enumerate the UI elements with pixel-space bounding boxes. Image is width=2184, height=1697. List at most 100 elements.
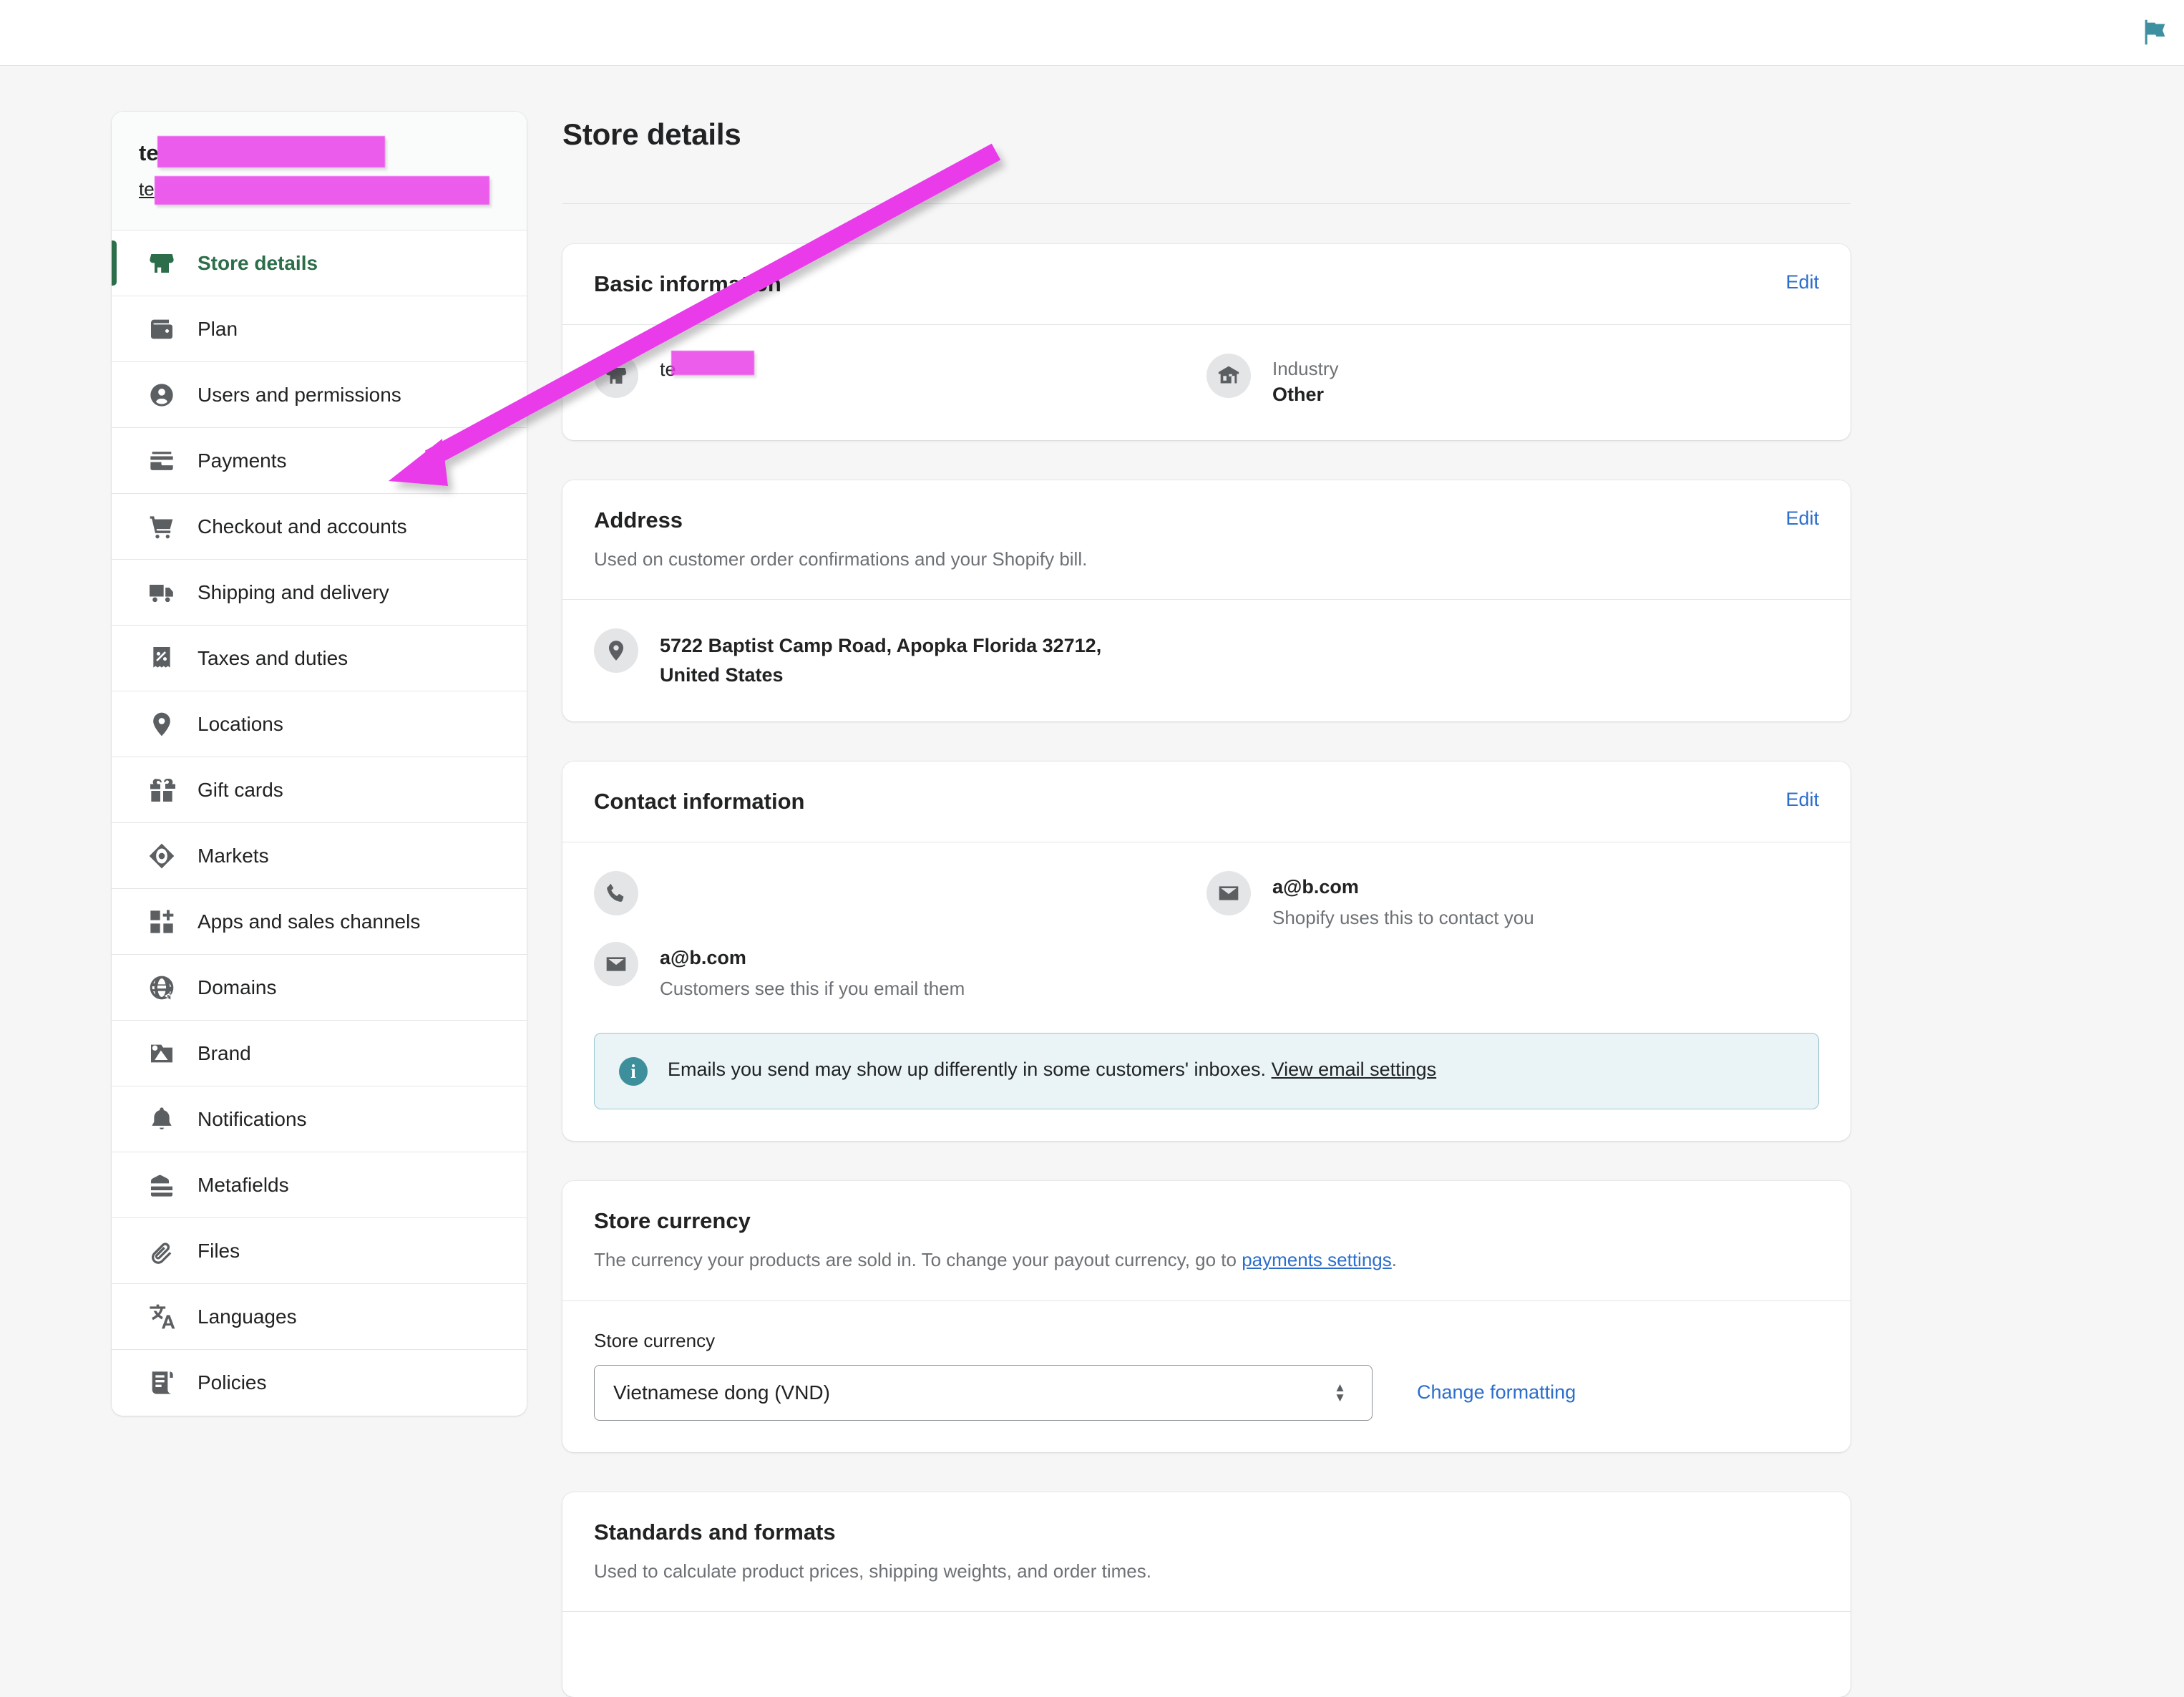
sidebar-item-users-and-permissions[interactable]: Users and permissions	[112, 362, 527, 429]
title-divider	[562, 203, 1851, 204]
card-header: Store currency The currency your product…	[562, 1181, 1851, 1300]
sidebar-item-label: Checkout and accounts	[198, 515, 407, 538]
card-header: Address Used on customer order confirmat…	[562, 480, 1851, 599]
currency-description-before: The currency your products are sold in. …	[594, 1249, 1242, 1271]
store-name-field: te	[594, 351, 1206, 409]
sidebar-item-label: Markets	[198, 844, 269, 867]
card-header: Standards and formats Used to calculate …	[562, 1492, 1851, 1611]
card-title: Basic information	[594, 271, 781, 296]
store-currency-label: Store currency	[594, 1329, 716, 1351]
address-line-1: 5722 Baptist Camp Road, Apopka Florida 3…	[660, 635, 1102, 657]
sidebar-item-label: Files	[198, 1239, 240, 1262]
industry-value: Other	[1272, 384, 1325, 406]
edit-contact-information-button[interactable]: Edit	[1785, 789, 1819, 811]
sidebar-item-label: Metafields	[198, 1173, 289, 1196]
metafields-icon	[146, 1170, 177, 1201]
bell-icon	[146, 1104, 177, 1135]
card-header: Contact information Edit	[562, 762, 1851, 842]
person-icon	[146, 379, 177, 411]
sidebar-item-plan[interactable]: Plan	[112, 296, 527, 363]
sidebar-item-label: Shipping and delivery	[198, 580, 389, 603]
top-bar	[0, 0, 2184, 66]
shopping-cart-icon	[146, 511, 177, 543]
sidebar-item-taxes-and-duties[interactable]: Taxes and duties	[112, 626, 527, 692]
currency-description-after: .	[1391, 1249, 1397, 1271]
sidebar-item-label: Languages	[198, 1305, 297, 1328]
sidebar-item-label: Apps and sales channels	[198, 910, 421, 933]
sidebar-item-payments[interactable]: Payments	[112, 428, 527, 495]
sidebar-item-gift-cards[interactable]: Gift cards	[112, 757, 527, 824]
card-description: The currency your products are sold in. …	[594, 1247, 1819, 1273]
sidebar-item-brand[interactable]: Brand	[112, 1021, 527, 1087]
card-body: Store currency Vietnamese dong (VND) ▲ ▼ …	[562, 1300, 1851, 1452]
sidebar-item-languages[interactable]: Languages	[112, 1284, 527, 1351]
basic-information-card: Basic information Edit te Industry Other	[562, 244, 1851, 440]
store-header: te te	[112, 112, 527, 231]
view-email-settings-link[interactable]: View email settings	[1272, 1059, 1437, 1080]
sidebar-item-markets[interactable]: Markets	[112, 823, 527, 890]
translate-icon	[146, 1301, 177, 1333]
sidebar-item-metafields[interactable]: Metafields	[112, 1152, 527, 1219]
sidebar-item-policies[interactable]: Policies	[112, 1350, 527, 1416]
sidebar-item-checkout-and-accounts[interactable]: Checkout and accounts	[112, 494, 527, 560]
sidebar-item-label: Plan	[198, 317, 238, 340]
sidebar-item-label: Brand	[198, 1041, 251, 1064]
sender-email-note: Shopify uses this to contact you	[1272, 907, 1534, 929]
edit-basic-information-button[interactable]: Edit	[1785, 271, 1819, 293]
card-body: a@b.com Shopify uses this to contact you…	[562, 842, 1851, 1141]
credit-card-icon	[146, 445, 177, 477]
sidebar-item-notifications[interactable]: Notifications	[112, 1086, 527, 1153]
email-deliverability-banner: i Emails you send may show up differentl…	[594, 1033, 1819, 1110]
sidebar-item-locations[interactable]: Locations	[112, 691, 527, 758]
store-currency-card: Store currency The currency your product…	[562, 1181, 1851, 1452]
globe-icon	[146, 972, 177, 1003]
info-icon: i	[619, 1057, 648, 1086]
card-description: Used on customer order confirmations and…	[594, 548, 1088, 570]
wallet-icon	[146, 313, 177, 345]
industry-icon	[1206, 354, 1251, 398]
receipt-percent-icon	[146, 643, 177, 674]
flag-icon[interactable]	[2138, 16, 2171, 49]
sidebar-item-label: Domains	[198, 976, 277, 998]
sidebar-item-domains[interactable]: Domains	[112, 955, 527, 1021]
envelope-icon	[1206, 871, 1251, 916]
address-field: 5722 Baptist Camp Road, Apopka Florida 3…	[594, 628, 1819, 690]
store-name-value: te	[660, 359, 676, 380]
redaction-mark	[157, 136, 385, 167]
sidebar-item-label: Payments	[198, 449, 287, 472]
card-title: Store currency	[594, 1208, 751, 1234]
standards-and-formats-card: Standards and formats Used to calculate …	[562, 1492, 1851, 1697]
sidebar-item-apps-and-sales-channels[interactable]: Apps and sales channels	[112, 889, 527, 956]
map-pin-icon	[594, 628, 638, 674]
customer-email-value: a@b.com	[660, 947, 746, 969]
card-title: Address	[594, 507, 683, 533]
chevron-updown-icon: ▲ ▼	[1334, 1380, 1346, 1404]
sidebar-item-label: Locations	[198, 712, 283, 735]
sidebar-item-files[interactable]: Files	[112, 1218, 527, 1285]
change-formatting-button[interactable]: Change formatting	[1417, 1381, 1576, 1404]
apps-plus-icon	[146, 906, 177, 938]
store-currency-select[interactable]: Vietnamese dong (VND) ▲ ▼	[594, 1364, 1373, 1421]
page-title: Store details	[562, 117, 741, 151]
edit-address-button[interactable]: Edit	[1785, 507, 1819, 530]
sidebar-item-shipping-and-delivery[interactable]: Shipping and delivery	[112, 560, 527, 626]
store-currency-value: Vietnamese dong (VND)	[613, 1381, 830, 1404]
contact-spacer	[1206, 942, 1819, 1001]
truck-icon	[146, 577, 177, 608]
store-url-redacted[interactable]: te	[139, 175, 499, 205]
card-header: Basic information Edit	[562, 244, 1851, 324]
customer-email-field: a@b.com Customers see this if you email …	[594, 942, 1206, 1001]
address-card: Address Used on customer order confirmat…	[562, 480, 1851, 722]
banner-message: Emails you send may show up differently …	[668, 1059, 1267, 1081]
redaction-mark	[671, 351, 754, 375]
sidebar-item-store-details[interactable]: Store details	[112, 230, 527, 297]
paperclip-icon	[146, 1235, 177, 1267]
image-icon	[146, 1038, 177, 1069]
envelope-icon	[594, 942, 638, 987]
payments-settings-link[interactable]: payments settings	[1242, 1249, 1392, 1270]
globe-compass-icon	[146, 840, 177, 872]
sidebar-item-label: Policies	[198, 1371, 267, 1394]
banner-text: Emails you send may show up differently …	[668, 1056, 1436, 1082]
settings-sidebar: te te Store details Plan Users and permi…	[112, 112, 527, 1416]
card-title: Standards and formats	[594, 1519, 836, 1545]
